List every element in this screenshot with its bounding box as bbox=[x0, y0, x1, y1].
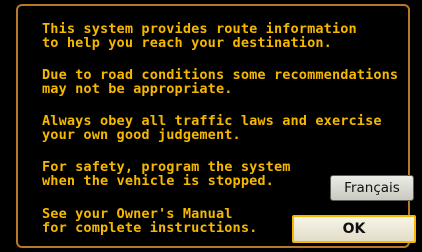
navigation-disclaimer-screen: This system provides route information t… bbox=[0, 0, 422, 252]
language-francais-button[interactable]: Français bbox=[330, 175, 414, 201]
disclaimer-paragraph-route-info: This system provides route information t… bbox=[42, 21, 357, 51]
language-button-label: Français bbox=[344, 180, 400, 196]
ok-button-label: OK bbox=[342, 221, 366, 237]
disclaimer-paragraph-road-conditions: Due to road conditions some recommendati… bbox=[42, 67, 399, 97]
disclaimer-paragraph-owners-manual: See your Owner's Manual for complete ins… bbox=[42, 206, 258, 236]
ok-button[interactable]: OK bbox=[292, 215, 416, 243]
disclaimer-paragraph-safety: For safety, program the system when the … bbox=[42, 159, 291, 189]
disclaimer-paragraph-traffic-laws: Always obey all traffic laws and exercis… bbox=[42, 113, 382, 143]
